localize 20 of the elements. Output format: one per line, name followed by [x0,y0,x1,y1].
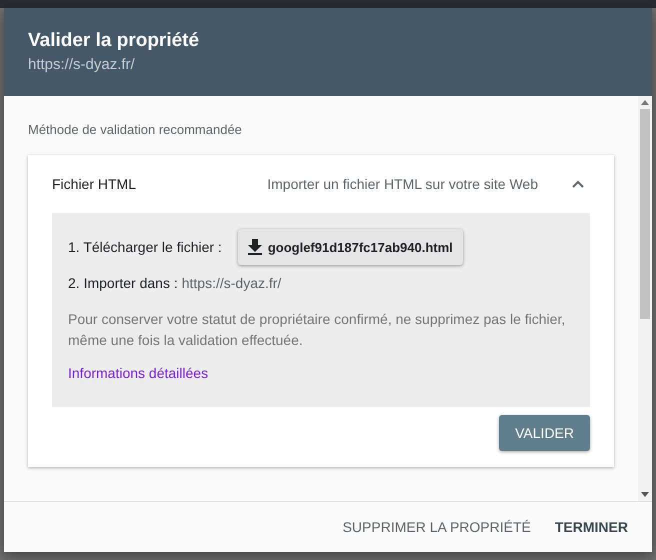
chevron-icon[interactable] [572,180,584,188]
dialog-title: Valider la propriété [28,30,200,52]
method-header[interactable]: Fichier HTML Importer un fichier HTML sur votre site Web [52,155,590,213]
note-text: Pour conserver votre statut de propriétaire confirmé, ne supprimez pas le fichier, même une fois la validation effectuée. [68,310,566,350]
method-description: Importer un fichier HTML sur votre site Web [267,176,538,192]
section-label: Méthode de validation recommandée [28,122,243,137]
scrollbar[interactable] [638,96,652,501]
finish-button[interactable]: TERMINER [546,511,636,543]
dialog-subtitle: https://s-dyaz.fr/ [28,56,136,73]
download-icon [248,239,262,255]
step-text: 1. Télécharger le fichier : [68,239,222,255]
validate-button[interactable]: VALIDER [499,415,590,451]
method-name: Fichier HTML [52,176,136,192]
scroll-up-icon[interactable] [641,100,649,105]
scroll-down-icon[interactable] [641,492,649,497]
download-button[interactable]: googlef91d187fc17ab940.html [238,229,463,265]
step-text: 2. Importer dans : [68,275,178,291]
details-link[interactable]: Informations détaillées [68,365,208,381]
upload-url: https://s-dyaz.fr/ [182,275,282,291]
delete-button[interactable]: SUPPRIMER LA PROPRIÉTÉ [334,511,539,543]
